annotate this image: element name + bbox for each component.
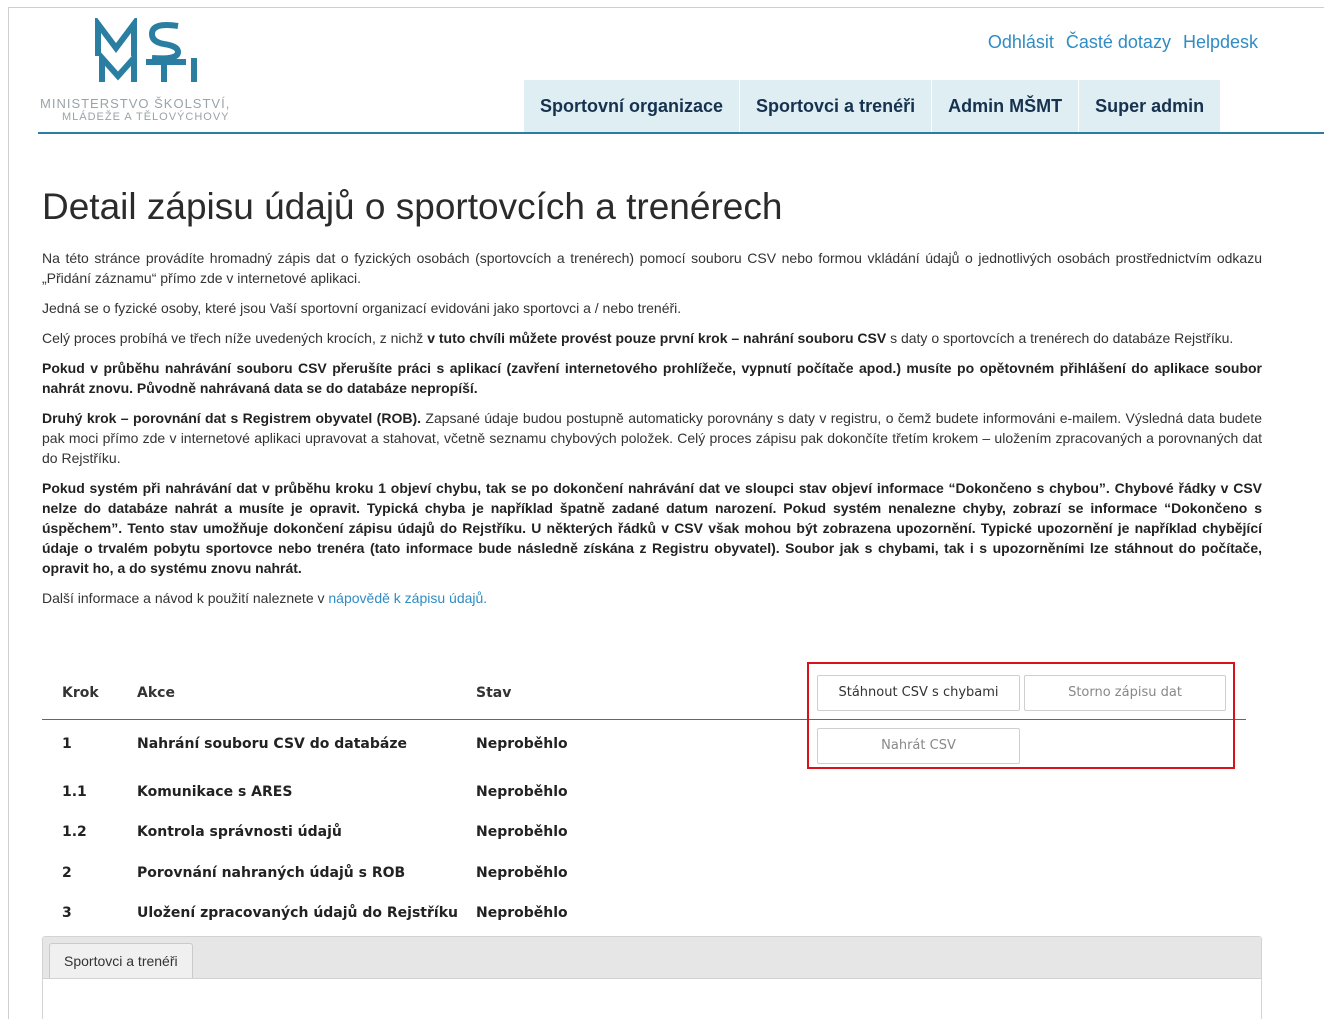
table-row: 2 Porovnání nahraných údajů s ROB Neprob…: [42, 854, 1246, 895]
row-akce: Komunikace s ARES: [137, 784, 293, 800]
p3-text: Celý proces probíhá ve třech níže uveden…: [42, 330, 428, 346]
helpdesk-link[interactable]: Helpdesk: [1183, 32, 1258, 53]
p3-bold: v tuto chvíli můžete provést pouze první…: [427, 330, 887, 346]
row-stav: Neproběhlo: [476, 905, 568, 921]
nav-athletes-coaches[interactable]: Sportovci a trenéři: [740, 80, 932, 132]
row-krok: 1: [62, 736, 72, 752]
row-akce: Porovnání nahraných údajů s ROB: [137, 865, 406, 881]
row-akce: Nahrání souboru CSV do databáze: [137, 736, 407, 752]
table-row: 1.2 Kontrola správnosti údajů Neproběhlo: [42, 814, 1246, 854]
faq-link[interactable]: Časté dotazy: [1066, 32, 1171, 53]
page-title: Detail zápisu údajů o sportovcích a tren…: [42, 186, 783, 227]
main-nav: Sportovní organizace Sportovci a trenéři…: [524, 80, 1221, 132]
logout-link[interactable]: Odhlásit: [988, 32, 1054, 53]
nav-sports-organizations[interactable]: Sportovní organizace: [524, 80, 740, 132]
help-link[interactable]: nápovědě k zápisu údajů.: [328, 590, 487, 606]
tabs-bar: Sportovci a trenéři: [43, 937, 1261, 979]
intro-paragraph-1: Na této stránce provádíte hromadný zápis…: [42, 250, 1262, 286]
row-stav: Neproběhlo: [476, 784, 568, 800]
msmt-logo-mark-icon: [95, 18, 197, 82]
table-row: 1.1 Komunikace s ARES Neproběhlo: [42, 770, 1246, 814]
header-stav: Stav: [476, 685, 512, 701]
intro-text: Na této stránce provádíte hromadný zápis…: [42, 248, 1262, 618]
top-links: Odhlásit Časté dotazy Helpdesk: [988, 32, 1258, 53]
frame-border-left: [8, 7, 9, 1019]
highlight-frame: [807, 662, 1235, 769]
header-divider: [38, 132, 1324, 134]
row-akce: Uložení zpracovaných údajů do Rejstříku: [137, 905, 458, 921]
row-krok: 1.2: [62, 824, 87, 840]
nav-super-admin[interactable]: Super admin: [1079, 80, 1221, 132]
p3-text-end: s daty o sportovcích a trenérech do data…: [886, 330, 1234, 346]
p5-bold: Druhý krok – porovnání dat s Registrem o…: [42, 410, 421, 426]
intro-paragraph-6: Pokud systém při nahrávání dat v průběhu…: [42, 480, 1262, 576]
intro-paragraph-7: Další informace a návod k použití nalezn…: [42, 588, 1262, 608]
logo-text-line2: MLÁDEŽE A TĚLOVÝCHOVY: [62, 111, 230, 123]
nav-admin-msmt[interactable]: Admin MŠMT: [932, 80, 1079, 132]
header-krok: Krok: [62, 685, 99, 701]
row-krok: 2: [62, 865, 72, 881]
msmt-logo[interactable]: MINISTERSTVO ŠKOLSTVÍ, MLÁDEŽE A TĚLOVÝC…: [38, 14, 278, 132]
row-krok: 3: [62, 905, 72, 921]
logo-text-line1: MINISTERSTVO ŠKOLSTVÍ,: [40, 96, 231, 111]
tabs-panel: Sportovci a trenéři: [42, 936, 1262, 1019]
intro-paragraph-5: Druhý krok – porovnání dat s Registrem o…: [42, 408, 1262, 468]
row-stav: Neproběhlo: [476, 736, 568, 752]
row-stav: Neproběhlo: [476, 865, 568, 881]
intro-paragraph-2: Jedná se o fyzické osoby, které jsou Vaš…: [42, 300, 682, 316]
p7-text: Další informace a návod k použití nalezn…: [42, 590, 329, 606]
row-akce: Kontrola správnosti údajů: [137, 824, 342, 840]
intro-paragraph-3: Celý proces probíhá ve třech níže uveden…: [42, 328, 1262, 348]
table-row: 3 Uložení zpracovaných údajů do Rejstřík…: [42, 895, 1246, 935]
tab-athletes-coaches[interactable]: Sportovci a trenéři: [49, 943, 193, 978]
header-akce: Akce: [137, 685, 175, 701]
row-krok: 1.1: [62, 784, 87, 800]
intro-paragraph-4: Pokud v průběhu nahrávání souboru CSV př…: [42, 360, 1262, 396]
frame-border-top: [8, 7, 1324, 8]
row-stav: Neproběhlo: [476, 824, 568, 840]
